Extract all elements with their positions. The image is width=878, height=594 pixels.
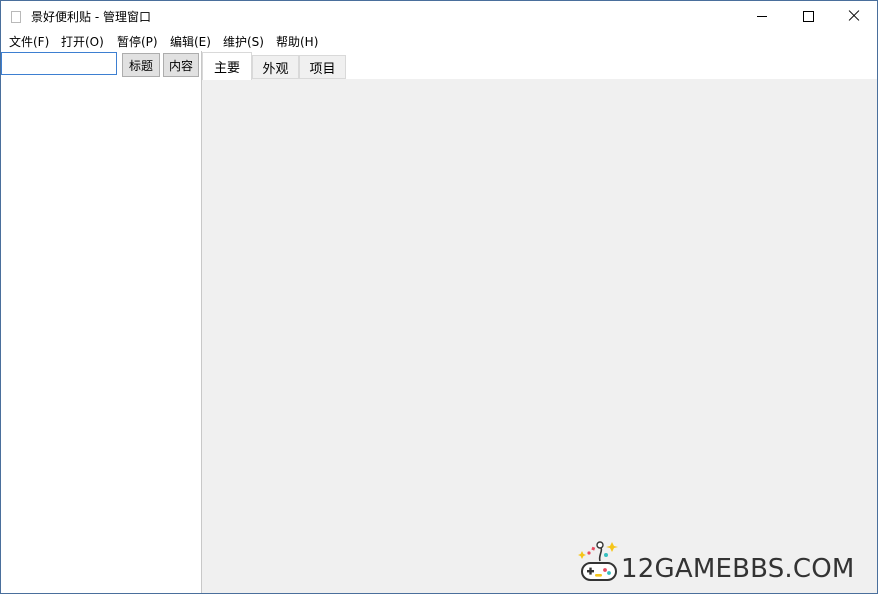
window-title: 景好便利贴 - 管理窗口: [31, 10, 151, 24]
search-panel: 标题 内容: [1, 51, 202, 593]
title-bar[interactable]: 景好便利贴 - 管理窗口: [1, 1, 877, 31]
close-icon: [848, 10, 860, 22]
minimize-button[interactable]: [739, 1, 785, 31]
close-button[interactable]: [831, 1, 877, 31]
watermark: 12GAMEBBS.COM: [578, 539, 868, 589]
detail-panel: 主要 外观 项目: [202, 51, 877, 593]
menu-help[interactable]: 帮助(H): [275, 33, 319, 50]
menu-edit[interactable]: 编辑(E): [169, 33, 212, 50]
tab-appearance[interactable]: 外观: [252, 55, 299, 79]
minimize-icon: [757, 15, 767, 17]
menu-pause[interactable]: 暂停(P): [116, 33, 159, 50]
note-list[interactable]: [1, 79, 201, 591]
search-input[interactable]: [1, 52, 117, 75]
tab-main[interactable]: 主要: [202, 52, 252, 80]
watermark-text: 12GAMEBBS.COM: [621, 554, 855, 584]
tab-content: [202, 79, 877, 593]
menu-file[interactable]: 文件(F): [8, 33, 50, 50]
tab-strip: 主要 外观 项目: [202, 51, 877, 80]
gamepad-icon: [578, 541, 618, 581]
search-title-button[interactable]: 标题: [122, 53, 160, 77]
maximize-button[interactable]: [785, 1, 831, 31]
tab-project[interactable]: 项目: [299, 55, 346, 79]
menu-open[interactable]: 打开(O): [60, 33, 105, 50]
app-icon: [11, 11, 21, 23]
search-content-button[interactable]: 内容: [163, 53, 199, 77]
app-window: 景好便利贴 - 管理窗口 文件(F) 打开(O) 暂停(P) 编辑(E) 维护(…: [0, 0, 878, 594]
menu-bar: 文件(F) 打开(O) 暂停(P) 编辑(E) 维护(S) 帮助(H): [1, 31, 877, 51]
menu-maintain[interactable]: 维护(S): [222, 33, 265, 50]
maximize-icon: [802, 10, 814, 22]
